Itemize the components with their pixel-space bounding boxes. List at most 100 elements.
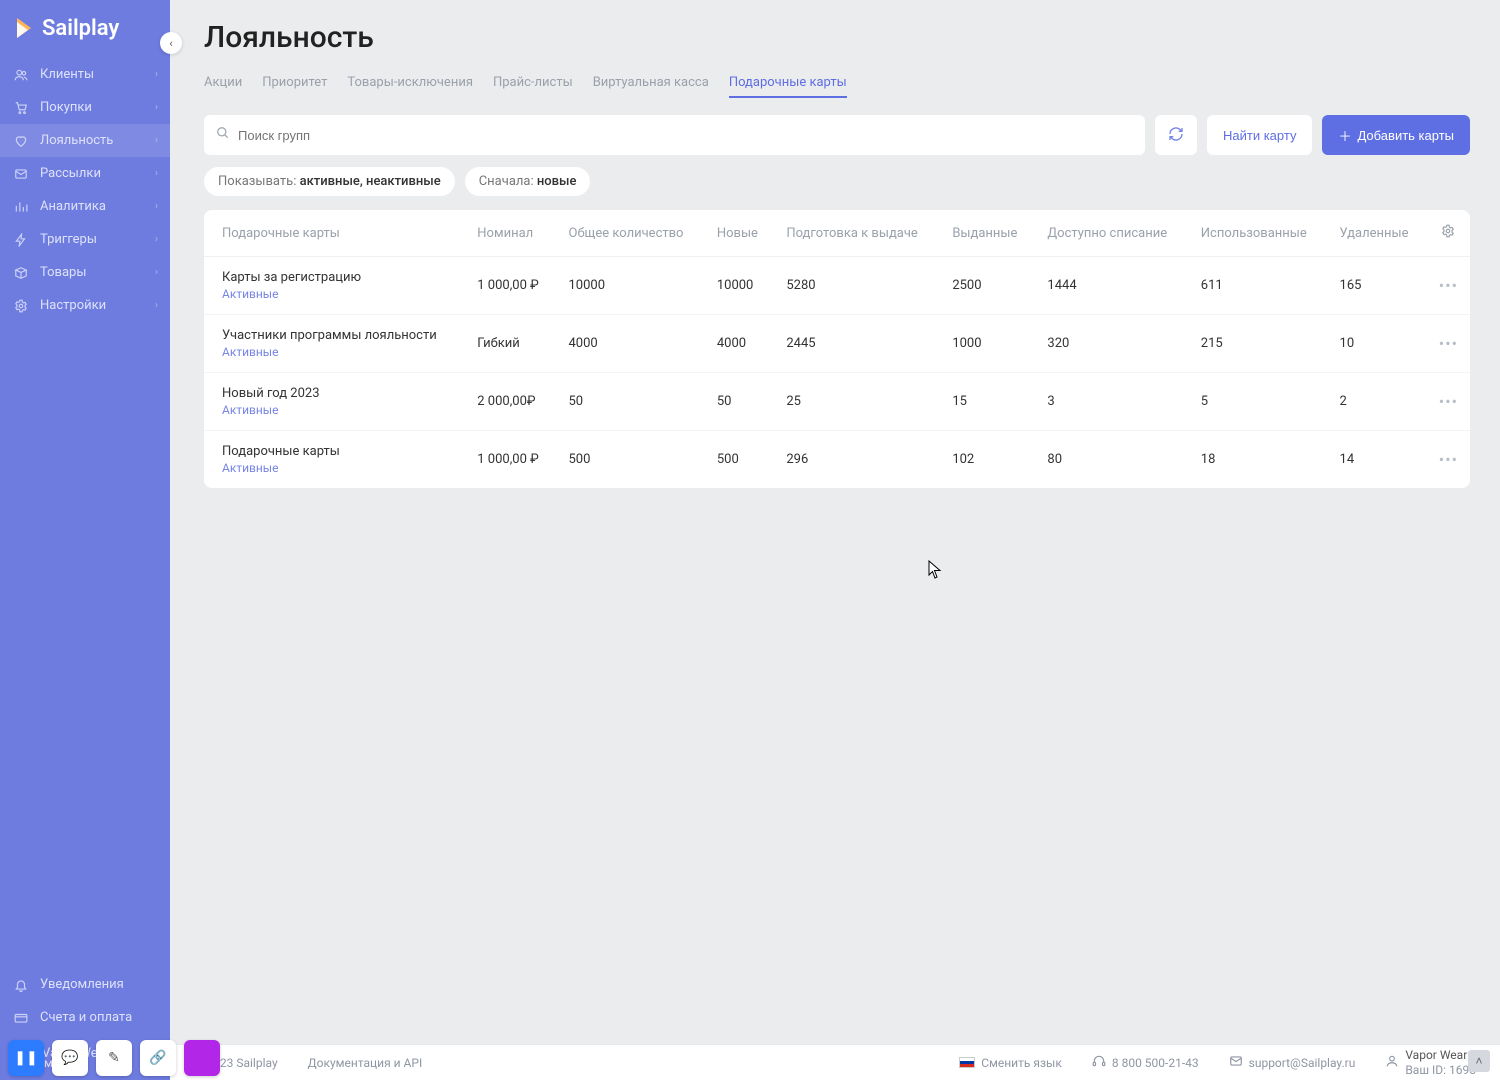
filter-sort[interactable]: Сначала: новые: [465, 167, 591, 196]
footer-lang[interactable]: Сменить язык: [959, 1056, 1062, 1070]
col-header[interactable]: Использованные: [1189, 210, 1328, 257]
table-settings-button[interactable]: [1427, 210, 1470, 257]
util-edit-button[interactable]: ✎: [96, 1040, 132, 1076]
filter-show[interactable]: Показывать: активные, неактивные: [204, 167, 455, 196]
status-badge: Активные: [222, 345, 453, 359]
table-row[interactable]: Карты за регистрациюАктивные1 000,00 ₽10…: [204, 257, 1470, 315]
table-row[interactable]: Участники программы лояльностиАктивныеГи…: [204, 315, 1470, 373]
chevron-right-icon: ›: [155, 300, 158, 311]
sidebar-item-label: Настройки: [40, 298, 106, 313]
users-icon: [12, 68, 30, 82]
util-color-button[interactable]: [184, 1040, 220, 1076]
gear-icon: [1441, 227, 1455, 242]
sidebar-item-bell[interactable]: Уведомления: [0, 968, 170, 1001]
heart-icon: [12, 134, 30, 148]
sidebar-item-label: Клиенты: [40, 67, 94, 82]
search-box[interactable]: [204, 115, 1145, 155]
col-header[interactable]: Доступно списание: [1035, 210, 1188, 257]
search-input[interactable]: [238, 128, 1133, 143]
sidebar-item-mail[interactable]: Рассылки ›: [0, 157, 170, 190]
card-name: Подарочные карты: [222, 444, 453, 459]
status-badge: Активные: [222, 461, 453, 475]
scroll-top-button[interactable]: ˄: [1468, 1050, 1490, 1072]
footer-phone[interactable]: 8 800 500-21-43: [1092, 1054, 1199, 1071]
col-header[interactable]: Общее количество: [557, 210, 705, 257]
logo-mark-icon: [14, 14, 34, 42]
refresh-icon: [1168, 126, 1184, 145]
util-help-button[interactable]: 💬: [52, 1040, 88, 1076]
add-cards-button[interactable]: ＋ Добавить карты: [1322, 115, 1470, 155]
sidebar-item-bars[interactable]: Аналитика ›: [0, 190, 170, 223]
row-menu-button[interactable]: •••: [1427, 257, 1470, 315]
util-link-button[interactable]: 🔗: [140, 1040, 176, 1076]
sidebar-item-gear[interactable]: Настройки ›: [0, 289, 170, 322]
page-title: Лояльность: [204, 20, 1470, 55]
mail-icon: [12, 167, 30, 181]
tab-3[interactable]: Прайс-листы: [493, 69, 573, 98]
util-pause-button[interactable]: ❚❚: [8, 1040, 44, 1076]
sidebar-item-card[interactable]: Счета и оплата: [0, 1001, 170, 1034]
chevron-right-icon: ›: [155, 201, 158, 212]
user-icon: [1385, 1054, 1399, 1071]
sidebar-item-users[interactable]: Клиенты ›: [0, 58, 170, 91]
dots-icon: •••: [1439, 450, 1458, 469]
chevron-up-icon: ˄: [1475, 1054, 1482, 1068]
sidebar-item-label: Аналитика: [40, 199, 106, 214]
headset-icon: [1092, 1054, 1106, 1071]
tab-1[interactable]: Приоритет: [262, 69, 327, 98]
flag-ru-icon: [959, 1057, 975, 1068]
link-icon: 🔗: [149, 1050, 166, 1066]
chevron-right-icon: ›: [155, 168, 158, 179]
speech-icon: 💬: [61, 1050, 78, 1066]
box-icon: [12, 266, 30, 280]
footer-email[interactable]: support@Sailplay.ru: [1229, 1054, 1356, 1071]
footer: © 2023 Sailplay Документация и API Смени…: [170, 1044, 1500, 1080]
chevron-right-icon: ›: [155, 69, 158, 80]
sidebar-item-box[interactable]: Товары›: [0, 256, 170, 289]
row-menu-button[interactable]: •••: [1427, 373, 1470, 431]
tab-0[interactable]: Акции: [204, 69, 242, 98]
col-header[interactable]: Удаленные: [1328, 210, 1427, 257]
chevron-right-icon: ›: [155, 267, 158, 278]
tab-4[interactable]: Виртуальная касса: [593, 69, 709, 98]
col-header[interactable]: Подготовка к выдаче: [774, 210, 940, 257]
sidebar-item-heart[interactable]: Лояльность›: [0, 124, 170, 157]
refresh-button[interactable]: [1155, 115, 1197, 155]
find-card-button[interactable]: Найти карту: [1207, 115, 1312, 155]
bell-icon: [12, 978, 30, 992]
table-row[interactable]: Подарочные картыАктивные1 000,00 ₽500500…: [204, 431, 1470, 489]
chevron-right-icon: ›: [155, 135, 158, 146]
col-header[interactable]: Новые: [705, 210, 775, 257]
sidebar-item-cart[interactable]: Покупки›: [0, 91, 170, 124]
col-header[interactable]: Номинал: [465, 210, 556, 257]
tab-5[interactable]: Подарочные карты: [729, 69, 847, 98]
footer-docs-link[interactable]: Документация и API: [308, 1056, 423, 1070]
tab-2[interactable]: Товары-исключения: [347, 69, 473, 98]
sidebar-item-label: Уведомления: [40, 977, 124, 992]
dots-icon: •••: [1439, 276, 1458, 295]
sidebar-item-bolt[interactable]: Триггеры›: [0, 223, 170, 256]
search-icon: [216, 126, 230, 144]
gear-icon: [12, 299, 30, 313]
status-badge: Активные: [222, 403, 453, 417]
table-row[interactable]: Новый год 2023Активные2 000,00₽505025153…: [204, 373, 1470, 431]
chevron-right-icon: ›: [155, 234, 158, 245]
pencil-icon: ✎: [108, 1050, 120, 1066]
status-badge: Активные: [222, 287, 453, 301]
add-cards-label: Добавить карты: [1357, 128, 1454, 143]
row-menu-button[interactable]: •••: [1427, 431, 1470, 489]
sidebar-item-label: Рассылки: [40, 166, 101, 181]
cart-icon: [12, 101, 30, 115]
find-card-label: Найти карту: [1223, 128, 1296, 143]
row-menu-button[interactable]: •••: [1427, 315, 1470, 373]
col-header[interactable]: Выданные: [940, 210, 1035, 257]
card-name: Карты за регистрацию: [222, 270, 453, 285]
bolt-icon: [12, 233, 30, 247]
col-header[interactable]: Подарочные карты: [204, 210, 465, 257]
card-name: Участники программы лояльности: [222, 328, 453, 343]
sidebar-item-label: Счета и оплата: [40, 1010, 132, 1025]
chevron-left-icon: ‹: [169, 37, 172, 50]
brand-logo: Sailplay: [0, 0, 170, 58]
sidebar-collapse-button[interactable]: ‹: [160, 32, 182, 54]
chevron-right-icon: ›: [155, 102, 158, 113]
